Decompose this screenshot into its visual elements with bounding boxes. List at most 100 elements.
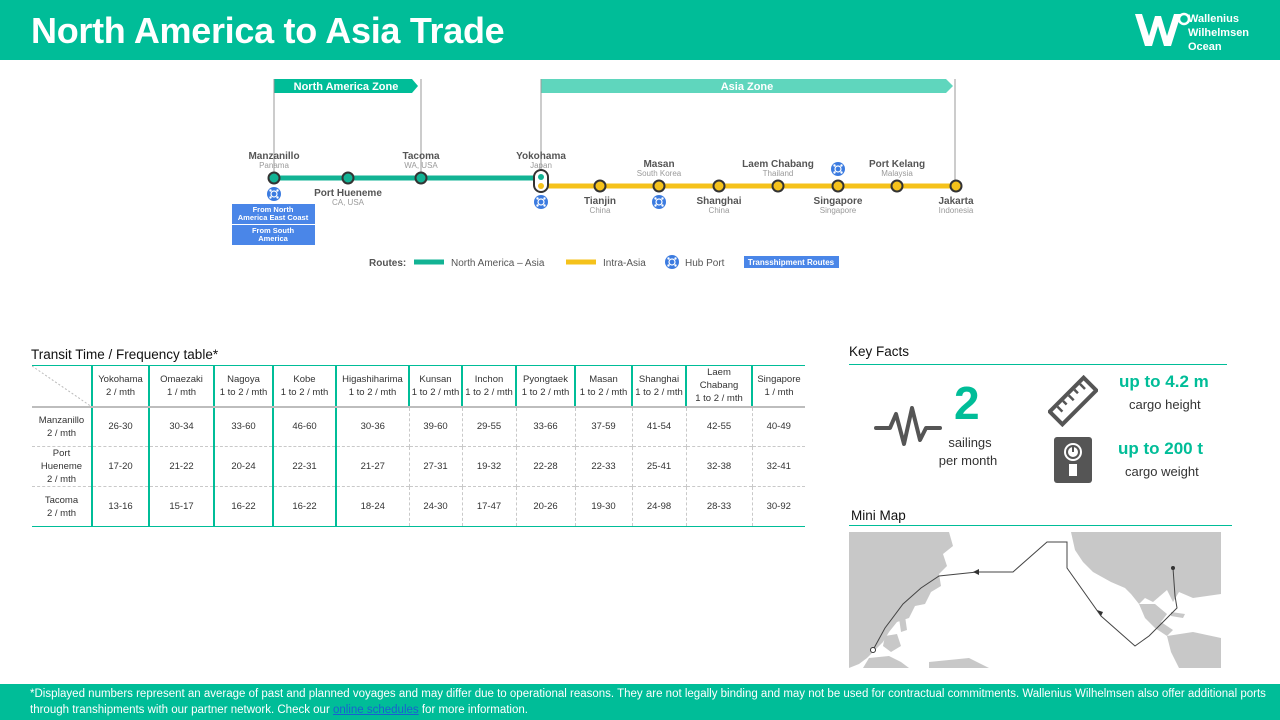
sailings-value: 2 bbox=[954, 377, 980, 429]
south-america-landmass bbox=[1167, 632, 1221, 668]
hub-port-icon bbox=[534, 195, 548, 209]
column-header: Kunsan 1 to 2 / mth bbox=[408, 365, 462, 408]
mini-map[interactable] bbox=[849, 532, 1221, 668]
port-masan-country: South Korea bbox=[637, 169, 682, 178]
north-america-zone-label: North America Zone bbox=[294, 81, 399, 93]
table-cell: 22-33 bbox=[574, 446, 632, 487]
logo-wordmark: Wallenius Wilhelmsen Ocean bbox=[1188, 12, 1249, 54]
table-cell: 42-55 bbox=[685, 406, 752, 447]
port-singapore[interactable] bbox=[831, 179, 845, 193]
port-singapore-country: Singapore bbox=[820, 206, 857, 215]
mini-map-origin-point bbox=[870, 647, 876, 653]
legend-transshipment-label: Transshipment Routes bbox=[748, 258, 835, 267]
table-row: Port Hueneme 2 / mth 17-20 21-22 20-24 22-… bbox=[32, 446, 805, 487]
footer-disclaimer: *Displayed numbers represent an average … bbox=[0, 684, 1280, 720]
pulse-icon bbox=[874, 406, 942, 446]
port-masan[interactable] bbox=[652, 179, 666, 193]
legend-na-asia-label: North America – Asia bbox=[451, 258, 545, 269]
table-cell: 19-30 bbox=[574, 486, 632, 527]
column-header: Masan 1 to 2 / mth bbox=[574, 365, 632, 408]
port-shanghai[interactable] bbox=[712, 179, 726, 193]
column-header: Inchon 1 to 2 / mth bbox=[461, 365, 516, 408]
table-cell: 46-60 bbox=[272, 406, 336, 447]
cargo-weight-value: up to 200 t bbox=[1118, 439, 1204, 458]
port-jakarta-country: Indonesia bbox=[939, 206, 974, 215]
column-header: Shanghai 1 to 2 / mth bbox=[631, 365, 686, 408]
central-america-landmass bbox=[1139, 604, 1173, 636]
port-port-kelang[interactable] bbox=[890, 179, 904, 193]
table-cell: 18-24 bbox=[335, 486, 409, 527]
port-jakarta[interactable] bbox=[949, 179, 963, 193]
table-cell: 22-28 bbox=[515, 446, 575, 487]
column-header: Kobe 1 to 2 / mth bbox=[272, 365, 336, 408]
port-laem-chabang[interactable] bbox=[771, 179, 785, 193]
port-port-hueneme[interactable] bbox=[341, 171, 355, 185]
table-row: Manzanillo 2 / mth 26-30 30-34 33-60 46-6… bbox=[32, 406, 805, 447]
table-cell: 28-33 bbox=[685, 486, 752, 527]
port-tianjin-country: China bbox=[590, 206, 611, 215]
ruler-icon bbox=[1048, 375, 1098, 427]
table-cell: 19-32 bbox=[461, 446, 516, 487]
legend-intra-asia-label: Intra-Asia bbox=[603, 258, 646, 269]
hub-port-icon bbox=[831, 162, 845, 176]
table-cell: 24-30 bbox=[408, 486, 462, 527]
legend-hub-port-label: Hub Port bbox=[685, 258, 725, 269]
table-cell: 30-36 bbox=[335, 406, 409, 447]
table-cell: 27-31 bbox=[408, 446, 462, 487]
column-header: Higashiharima 1 to 2 / mth bbox=[335, 365, 409, 408]
footer-text: *Displayed numbers represent an average … bbox=[30, 688, 1266, 716]
mini-map-title: Mini Map bbox=[851, 508, 906, 523]
table-cell: 33-60 bbox=[213, 406, 273, 447]
table-row: Tacoma 2 / mth 13-16 15-17 16-22 16-22 18… bbox=[32, 486, 805, 527]
logo-line-1: Wallenius bbox=[1188, 13, 1239, 25]
north-america-landmass bbox=[1071, 532, 1221, 604]
cargo-weight-label: cargo weight bbox=[1125, 464, 1199, 479]
row-header-port-hueneme: Port Hueneme 2 / mth bbox=[32, 446, 92, 487]
transship-east-coast-line2: America East Coast bbox=[238, 213, 309, 222]
table-cell: 16-22 bbox=[213, 486, 273, 527]
row-header-tacoma: Tacoma 2 / mth bbox=[32, 486, 92, 527]
table-cell: 33-66 bbox=[515, 406, 575, 447]
table-cell: 39-60 bbox=[408, 406, 462, 447]
table-cell: 30-92 bbox=[751, 486, 805, 527]
table-cell: 25-41 bbox=[631, 446, 686, 487]
cargo-height-value: up to 4.2 m bbox=[1119, 372, 1209, 391]
table-cell: 24-98 bbox=[631, 486, 686, 527]
caribbean-islands bbox=[1171, 612, 1185, 618]
asia-zone-label: Asia Zone bbox=[721, 81, 774, 93]
logo-line-3: Ocean bbox=[1188, 41, 1222, 53]
table-cell: 40-49 bbox=[751, 406, 805, 447]
mini-map-destination-point bbox=[1171, 566, 1175, 570]
hub-port-icon bbox=[665, 255, 679, 269]
column-header: Yokohama 2 / mth bbox=[91, 365, 149, 408]
table-cell: 20-26 bbox=[515, 486, 575, 527]
port-tianjin[interactable] bbox=[593, 179, 607, 193]
port-manzanillo[interactable] bbox=[267, 171, 281, 185]
port-manzanillo-country: Panama bbox=[259, 161, 289, 170]
port-yokohama-country: Japan bbox=[530, 161, 552, 170]
logo-line-2: Wilhelmsen bbox=[1188, 27, 1250, 39]
table-cell: 21-22 bbox=[148, 446, 214, 487]
port-tacoma[interactable] bbox=[414, 171, 428, 185]
column-header: Laem Chabang 1 to 2 / mth bbox=[685, 365, 752, 408]
asia-landmass bbox=[849, 532, 953, 668]
table-cell: 30-34 bbox=[148, 406, 214, 447]
route-map: North America Zone Asia Zone Manzanillo … bbox=[232, 79, 974, 269]
table-cell: 29-55 bbox=[461, 406, 516, 447]
indonesia-islands bbox=[863, 656, 909, 668]
transship-south-america-line2: America bbox=[258, 234, 288, 243]
hub-port-icon bbox=[652, 195, 666, 209]
table-cell: 37-59 bbox=[574, 406, 632, 447]
table-cell: 21-27 bbox=[335, 446, 409, 487]
table-cell: 26-30 bbox=[91, 406, 149, 447]
row-header-manzanillo: Manzanillo 2 / mth bbox=[38, 414, 85, 439]
column-header: Nagoya 1 to 2 / mth bbox=[213, 365, 273, 408]
online-schedules-link[interactable]: online schedules bbox=[333, 704, 419, 716]
key-facts-title: Key Facts bbox=[849, 344, 910, 359]
cargo-height-label: cargo height bbox=[1129, 397, 1201, 412]
table-cell: 22-31 bbox=[272, 446, 336, 487]
sailings-label-2: per month bbox=[938, 453, 998, 468]
table-corner-cell bbox=[32, 365, 92, 408]
column-header: Omaezaki 1 / mth bbox=[148, 365, 214, 408]
diagonal-divider bbox=[32, 366, 90, 405]
